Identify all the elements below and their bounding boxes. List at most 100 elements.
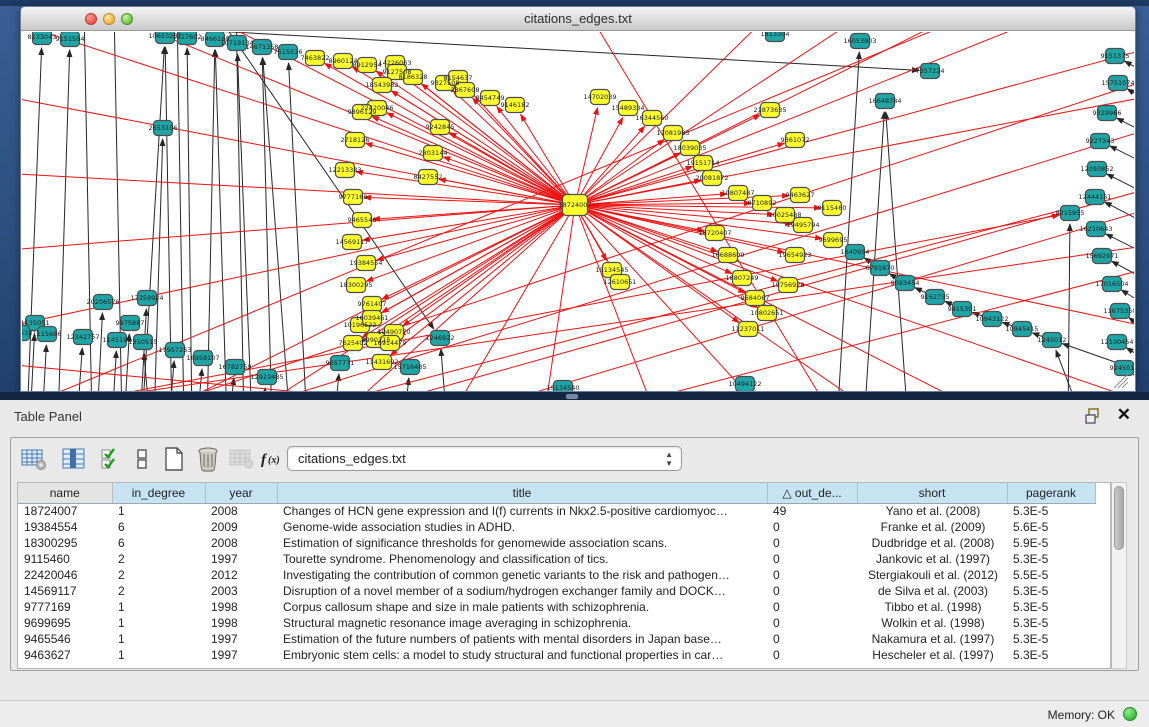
edge[interactable] (1107, 174, 1134, 207)
table-row[interactable]: 977716911998Corpus callosum shape and si… (18, 599, 1095, 615)
table-cell: 1 (112, 503, 205, 519)
graph-node-label: 9684067 (741, 294, 770, 302)
table-vertical-scrollbar[interactable] (1111, 482, 1127, 669)
edge[interactable] (1068, 224, 1070, 392)
table-cell: 5.3E-5 (1007, 631, 1095, 647)
table-cell: 49 (767, 503, 857, 519)
table-cell: 9699695 (18, 615, 112, 631)
table-row[interactable]: 1456911722003Disruption of a novel membe… (18, 583, 1095, 599)
select-rows-icon[interactable] (97, 444, 127, 474)
table-select-dropdown[interactable]: citations_edges.txt ▲▼ (287, 446, 682, 471)
graph-node-label: 19495794 (786, 221, 819, 229)
show-columns-icon[interactable] (59, 444, 89, 474)
new-column-icon[interactable] (159, 444, 189, 474)
table-cell: 2 (112, 551, 205, 567)
table-row[interactable]: 2242004622012Investigating the contribut… (18, 567, 1095, 583)
network-view-window[interactable]: citations_edges.txt 18724007746382289601… (20, 6, 1136, 392)
graph-node-label: 19151714 (686, 159, 719, 167)
scrollbar-thumb[interactable] (1114, 486, 1124, 550)
edge[interactable] (1056, 350, 1084, 392)
citation-edge[interactable] (399, 205, 575, 336)
table-row[interactable]: 1872400712008Changes of HCN gene express… (18, 503, 1095, 519)
edge[interactable] (187, 48, 192, 392)
graph-node-label: 6791970 (866, 264, 895, 272)
table-cell: 0 (767, 647, 857, 663)
graph-node-label: 10807487 (721, 189, 754, 197)
graph-node-label: 11237011 (731, 325, 764, 333)
edge[interactable] (177, 32, 184, 392)
edge[interactable] (1133, 374, 1134, 392)
graph-node-label: 17957253 (158, 346, 191, 354)
network-window-title: citations_edges.txt (21, 11, 1135, 26)
table-cell: 2008 (205, 535, 277, 551)
edge[interactable] (165, 47, 172, 392)
table-row[interactable]: 946554611997Estimation of the future num… (18, 631, 1095, 647)
column-header[interactable]: name (18, 483, 112, 503)
table-mode-icon[interactable] (19, 444, 49, 474)
edge[interactable] (237, 54, 252, 392)
row-height-icon[interactable] (127, 444, 157, 474)
column-header[interactable]: title (277, 483, 767, 503)
node-table[interactable]: namein_degreeyeartitle△ out_de...shortpa… (17, 482, 1111, 669)
graph-node-label: 12100454 (1100, 338, 1133, 346)
citation-edge[interactable] (22, 172, 575, 205)
edge[interactable] (334, 374, 339, 392)
graph-node-label: 1327602 (173, 33, 202, 41)
edge[interactable] (197, 369, 202, 392)
column-header[interactable]: pagerank (1007, 483, 1095, 503)
edge[interactable] (30, 334, 34, 392)
table-cell: Genome-wide association studies in ADHD. (277, 519, 767, 535)
table-row[interactable]: 1938455462009Genome-wide association stu… (18, 519, 1095, 535)
table-row[interactable]: 1830029562008Estimation of significance … (18, 535, 1095, 551)
float-panel-icon[interactable] (1085, 408, 1103, 424)
edge[interactable] (262, 58, 272, 392)
column-header[interactable]: in_degree (112, 483, 205, 503)
table-cell: Dudbridge et al. (2008) (857, 535, 1007, 551)
edge[interactable] (207, 50, 215, 392)
table-cell: Franke et al. (2009) (857, 519, 1007, 535)
edge[interactable] (1117, 118, 1134, 147)
network-canvas[interactable]: 1872400774638228960124891295414226063912… (22, 32, 1134, 392)
citation-edge[interactable] (373, 205, 575, 219)
table-row[interactable]: 969969511998Structural magnetic resonanc… (18, 615, 1095, 631)
network-window-titlebar[interactable]: citations_edges.txt (21, 7, 1135, 31)
graph-node-label: 9245012 (1110, 364, 1134, 372)
table-cell: 5.6E-5 (1007, 519, 1095, 535)
memory-ok-indicator[interactable] (1123, 707, 1137, 721)
graph-node-label: 18543982 (365, 81, 398, 89)
table-row[interactable]: 911546021997Tourette syndrome. Phenomeno… (18, 551, 1095, 567)
citation-edge[interactable] (575, 32, 782, 205)
citation-network-graph[interactable]: 1872400774638228960124891295414226063912… (22, 32, 1134, 392)
citation-edge[interactable] (22, 205, 575, 332)
column-header[interactable]: short (857, 483, 1007, 503)
graph-node-label: 16344560 (635, 114, 668, 122)
citation-edge[interactable] (385, 205, 575, 334)
graph-node-label: 9975887 (116, 319, 145, 327)
graph-node-label: 10490770 (377, 328, 410, 336)
graph-node-label: 12610651 (603, 278, 636, 286)
column-header[interactable]: year (205, 483, 277, 503)
table-select-value: citations_edges.txt (298, 451, 406, 466)
delete-column-trash-icon[interactable] (193, 444, 223, 474)
citation-edge[interactable] (22, 92, 575, 205)
edge[interactable] (112, 351, 116, 392)
edge[interactable] (1127, 89, 1134, 117)
graph-node-label: 2718126 (341, 136, 370, 144)
edge[interactable] (77, 348, 82, 392)
table-cell: 0 (767, 583, 857, 599)
function-builder-icon[interactable]: f (x) (259, 444, 289, 474)
panel-resize-handle[interactable] (566, 394, 578, 399)
edge[interactable] (215, 50, 227, 392)
graph-node-label: 14226063 (378, 59, 411, 67)
column-header[interactable]: △ out_de... (767, 483, 857, 503)
close-panel-icon[interactable]: ✕ (1117, 405, 1131, 425)
citation-edge[interactable] (442, 205, 575, 392)
edge[interactable] (404, 378, 409, 392)
edge[interactable] (236, 32, 244, 392)
edge[interactable] (154, 139, 163, 392)
table-row[interactable]: 946362711997Embryonic stem cells: a mode… (18, 647, 1095, 663)
edge[interactable] (97, 313, 102, 392)
citation-edge[interactable] (172, 122, 1134, 392)
citation-edge[interactable] (575, 205, 1134, 392)
citation-edge[interactable] (450, 133, 575, 205)
